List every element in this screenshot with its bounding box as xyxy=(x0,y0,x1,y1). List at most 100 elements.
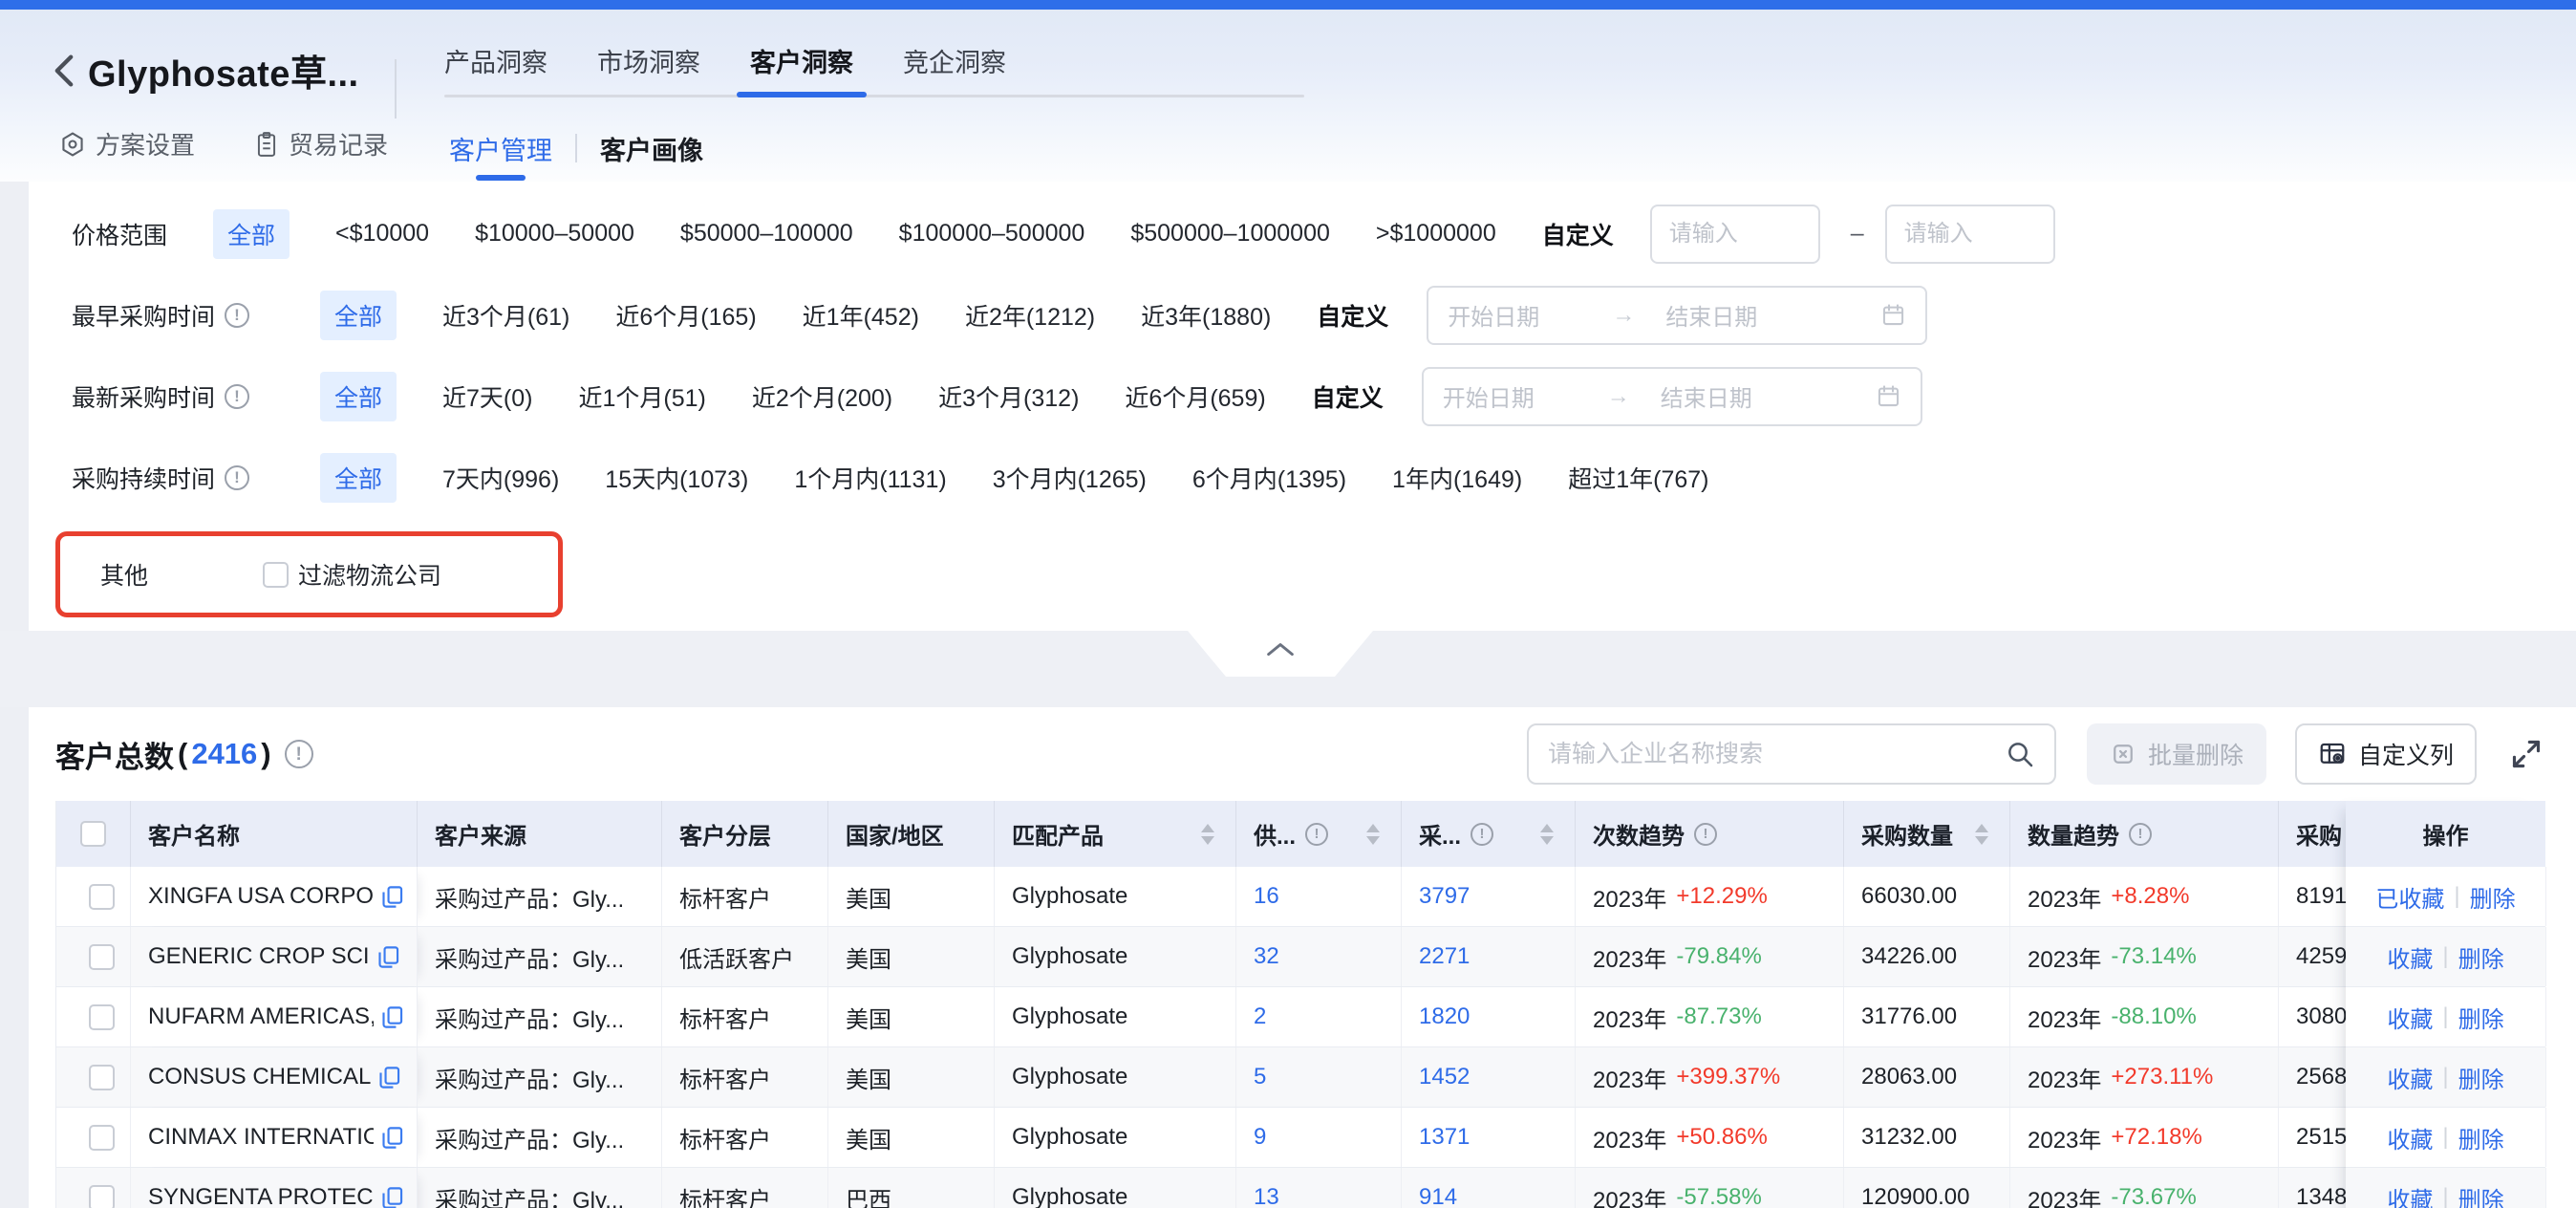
nav-tab-1[interactable]: 产品洞察 xyxy=(444,42,547,97)
filter-option[interactable]: 全部 xyxy=(320,372,397,421)
logistics-filter-checkbox[interactable] xyxy=(263,562,289,588)
sort-icon[interactable] xyxy=(1540,824,1554,845)
quick-link-1[interactable]: 方案设置 xyxy=(59,126,195,162)
sub-tab-1[interactable]: 客户管理 xyxy=(449,130,552,167)
purchase-count-link[interactable]: 1820 xyxy=(1419,1003,1470,1030)
purchase-count-link[interactable]: 914 xyxy=(1419,1184,1457,1208)
filter-option[interactable]: 近2个月(200) xyxy=(752,379,892,414)
copy-icon[interactable] xyxy=(379,1185,405,1208)
custom-columns-button[interactable]: 自定义列 xyxy=(2295,723,2477,785)
purchase-count-link[interactable]: 3797 xyxy=(1419,883,1470,910)
filter-option[interactable]: 6个月内(1395) xyxy=(1192,461,1346,495)
filter-option[interactable]: $500000–1000000 xyxy=(1130,220,1330,248)
fullscreen-icon[interactable] xyxy=(2507,735,2545,773)
company-search-input[interactable] xyxy=(1548,741,2005,768)
filter-option[interactable]: 近1个月(51) xyxy=(578,379,705,414)
table-body: XINGFA USA CORPO采购过产品：Gly...标杆客户美国Glypho… xyxy=(56,867,2544,1208)
delete-link[interactable]: 删除 xyxy=(2458,1001,2504,1034)
filter-option[interactable]: 全部 xyxy=(320,291,397,340)
back-icon[interactable] xyxy=(54,54,75,88)
sub-tab-2[interactable]: 客户画像 xyxy=(600,130,703,167)
copy-icon[interactable] xyxy=(376,944,401,970)
filter-option[interactable]: $50000–100000 xyxy=(680,220,853,248)
search-icon[interactable] xyxy=(2005,739,2035,769)
filter-option[interactable]: 近3个月(312) xyxy=(938,379,1079,414)
filter-option[interactable]: 近3年(1880) xyxy=(1141,298,1271,333)
favorite-link[interactable]: 已收藏 xyxy=(2375,880,2444,914)
calendar-icon xyxy=(1876,383,1901,409)
filter-option[interactable]: 全部 xyxy=(213,209,290,259)
sort-icon[interactable] xyxy=(1975,824,1988,845)
date-range-picker[interactable]: 开始日期→结束日期 xyxy=(1422,367,1922,426)
date-range-picker[interactable]: 开始日期→结束日期 xyxy=(1427,286,1927,345)
batch-delete-button[interactable]: 批量删除 xyxy=(2087,723,2266,785)
custom-range-option[interactable]: 自定义 xyxy=(1312,379,1384,414)
filter-option[interactable]: 近7天(0) xyxy=(442,379,532,414)
row-checkbox[interactable] xyxy=(89,1065,115,1090)
nav-tab-4[interactable]: 竞企洞察 xyxy=(903,42,1006,97)
filter-option[interactable]: <$10000 xyxy=(335,220,429,248)
nav-tab-2[interactable]: 市场洞察 xyxy=(597,42,700,97)
quick-link-2[interactable]: 贸易记录 xyxy=(254,126,388,162)
delete-link[interactable]: 删除 xyxy=(2458,1121,2504,1154)
copy-icon[interactable] xyxy=(379,1125,405,1151)
sort-icon[interactable] xyxy=(1366,824,1380,845)
qty-trend-cell: 2023年-73.67% xyxy=(2010,1168,2279,1208)
filter-option[interactable]: 1年内(1649) xyxy=(1392,461,1522,495)
favorite-link[interactable]: 收藏 xyxy=(2387,1121,2433,1154)
purchase-count-cell: 2271 xyxy=(1402,927,1576,986)
filter-option[interactable]: 近1年(452) xyxy=(803,298,919,333)
filter-label: 价格范围 xyxy=(72,217,167,251)
row-checkbox[interactable] xyxy=(89,1125,115,1151)
filter-option[interactable]: 全部 xyxy=(320,453,397,503)
suppliers-link[interactable]: 13 xyxy=(1254,1184,1279,1208)
nav-tab-3[interactable]: 客户洞察 xyxy=(750,42,853,97)
filter-option[interactable]: 1个月内(1131) xyxy=(794,461,946,495)
filter-option[interactable]: 近6个月(165) xyxy=(615,298,756,333)
suppliers-link[interactable]: 16 xyxy=(1254,883,1279,910)
delete-link[interactable]: 删除 xyxy=(2470,880,2516,914)
sort-icon[interactable] xyxy=(1201,824,1214,845)
filter-option[interactable]: $100000–500000 xyxy=(899,220,1085,248)
purchase-count-link[interactable]: 1452 xyxy=(1419,1064,1470,1090)
suppliers-link[interactable]: 5 xyxy=(1254,1064,1266,1090)
country-cell: 美国 xyxy=(828,867,995,926)
collapse-filters-handle[interactable] xyxy=(1188,631,1373,677)
purchase-count-link[interactable]: 2271 xyxy=(1419,943,1470,970)
suppliers-link[interactable]: 9 xyxy=(1254,1124,1266,1151)
row-checkbox[interactable] xyxy=(89,1004,115,1030)
row-checkbox[interactable] xyxy=(89,884,115,910)
favorite-link[interactable]: 收藏 xyxy=(2387,1181,2433,1208)
suppliers-link[interactable]: 32 xyxy=(1254,943,1279,970)
filter-option[interactable]: $10000–50000 xyxy=(475,220,634,248)
qty-trend-cell: 2023年+273.11% xyxy=(2010,1047,2279,1107)
favorite-link[interactable]: 收藏 xyxy=(2387,1061,2433,1094)
copy-icon[interactable] xyxy=(379,1004,405,1030)
price-max-input[interactable] xyxy=(1885,205,2055,264)
filter-option[interactable]: >$1000000 xyxy=(1376,220,1496,248)
filter-option[interactable]: 3个月内(1265) xyxy=(993,461,1147,495)
purchase-count-link[interactable]: 1371 xyxy=(1419,1124,1470,1151)
filter-option[interactable]: 超过1年(767) xyxy=(1568,461,1708,495)
filter-option[interactable]: 近6个月(659) xyxy=(1125,379,1265,414)
row-checkbox[interactable] xyxy=(89,1185,115,1208)
custom-range-option[interactable]: 自定义 xyxy=(1542,217,1614,251)
delete-link[interactable]: 删除 xyxy=(2458,940,2504,974)
row-checkbox[interactable] xyxy=(89,944,115,970)
favorite-link[interactable]: 收藏 xyxy=(2387,1001,2433,1034)
delete-link[interactable]: 删除 xyxy=(2458,1181,2504,1208)
favorite-link[interactable]: 收藏 xyxy=(2387,940,2433,974)
chevron-up-icon xyxy=(1264,640,1297,658)
select-all-checkbox[interactable] xyxy=(80,821,106,847)
filter-option[interactable]: 15天内(1073) xyxy=(605,461,748,495)
copy-icon[interactable] xyxy=(379,884,405,910)
custom-range-option[interactable]: 自定义 xyxy=(1317,298,1388,333)
filter-option[interactable]: 近3个月(61) xyxy=(442,298,569,333)
row-select-cell xyxy=(56,1168,131,1208)
delete-link[interactable]: 删除 xyxy=(2458,1061,2504,1094)
filter-option[interactable]: 7天内(996) xyxy=(442,461,559,495)
suppliers-link[interactable]: 2 xyxy=(1254,1003,1266,1030)
price-min-input[interactable] xyxy=(1650,205,1820,264)
copy-icon[interactable] xyxy=(376,1065,402,1090)
filter-option[interactable]: 近2年(1212) xyxy=(965,298,1095,333)
